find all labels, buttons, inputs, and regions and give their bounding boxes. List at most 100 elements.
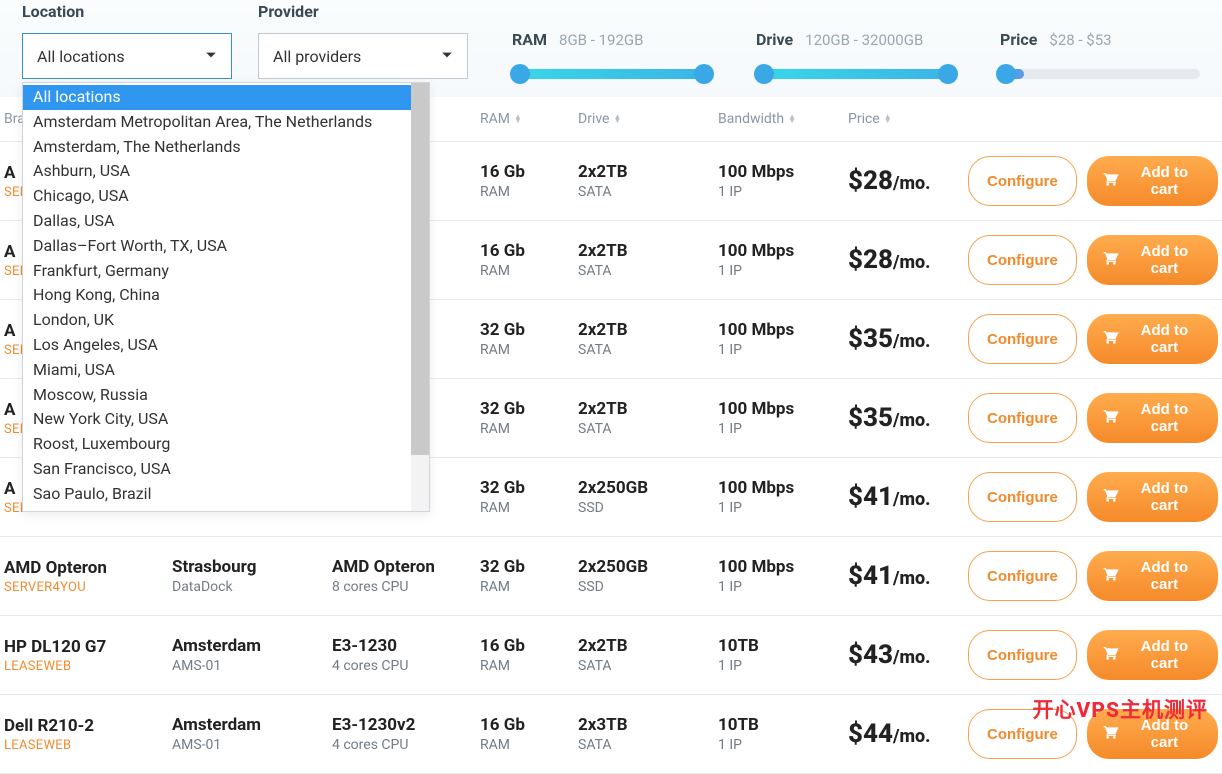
add-to-cart-button[interactable]: Add to cart (1087, 551, 1218, 601)
cart-icon (1103, 645, 1119, 665)
bandwidth-cell: 10TB1 IP (718, 636, 848, 674)
drive-cell: 2x250GBSSD (578, 478, 718, 516)
location-option[interactable]: Dallas, USA (23, 209, 411, 234)
price-cell: $44/mo. (848, 719, 968, 749)
ram-range: RAM 8GB - 192GB (512, 14, 712, 79)
cart-icon (1103, 171, 1119, 191)
location-option[interactable]: Amsterdam, The Netherlands (23, 135, 411, 160)
location-option[interactable]: Miami, USA (23, 358, 411, 383)
brand-cell: HP DL120 G7 LEASEWEB (4, 637, 172, 674)
configure-button[interactable]: Configure (968, 551, 1077, 601)
location-cell: AmsterdamAMS-01 (172, 715, 332, 753)
sort-icon: ▲▼ (788, 115, 796, 123)
sort-icon: ▲▼ (884, 115, 892, 123)
row-actions: ConfigureAdd to cart (968, 472, 1222, 522)
bandwidth-cell: 100 Mbps1 IP (718, 320, 848, 358)
caret-down-icon (205, 47, 217, 65)
add-to-cart-button[interactable]: Add to cart (1087, 235, 1218, 285)
dropdown-scrollbar[interactable] (411, 83, 429, 511)
cpu-cell: AMD Opteron8 cores CPU (332, 557, 480, 595)
location-option[interactable]: Sao Paulo, Brazil (23, 482, 411, 507)
price-cell: $41/mo. (848, 482, 968, 512)
location-option[interactable]: Amsterdam Metropolitan Area, The Netherl… (23, 110, 411, 135)
location-option[interactable]: Chicago, USA (23, 184, 411, 209)
configure-button[interactable]: Configure (968, 314, 1077, 364)
slider-thumb-left[interactable] (510, 64, 530, 84)
col-drive[interactable]: Drive▲▼ (578, 111, 718, 127)
col-ram[interactable]: RAM▲▼ (480, 111, 578, 127)
ram-range-values: 8GB - 192GB (559, 31, 643, 49)
price-range: Price $28 - $53 (1000, 14, 1200, 79)
cart-icon (1103, 566, 1119, 586)
add-to-cart-button[interactable]: Add to cart (1087, 630, 1218, 680)
filters-bar: Location All locations Provider All prov… (0, 0, 1222, 97)
server-name: HP DL120 G7 (4, 637, 172, 657)
location-cell: StrasbourgDataDock (172, 557, 332, 595)
row-actions: ConfigureAdd to cart (968, 314, 1222, 364)
ram-cell: 16 GbRAM (480, 715, 578, 753)
row-actions: ConfigureAdd to cart (968, 630, 1222, 680)
row-actions: ConfigureAdd to cart (968, 235, 1222, 285)
cpu-cell: E3-12304 cores CPU (332, 636, 480, 674)
configure-button[interactable]: Configure (968, 393, 1077, 443)
drive-range: Drive 120GB - 32000GB (756, 14, 956, 79)
cart-icon (1103, 250, 1119, 270)
add-to-cart-button[interactable]: Add to cart (1087, 314, 1218, 364)
drive-slider[interactable] (756, 69, 956, 79)
location-option[interactable]: Roost, Luxembourg (23, 432, 411, 457)
location-option[interactable]: Los Angeles, USA (23, 333, 411, 358)
provider-label: Provider (258, 2, 468, 21)
ram-cell: 32 GbRAM (480, 320, 578, 358)
configure-button[interactable]: Configure (968, 156, 1077, 206)
cart-icon (1103, 487, 1119, 507)
ram-cell: 32 GbRAM (480, 478, 578, 516)
configure-button[interactable]: Configure (968, 472, 1077, 522)
location-option[interactable]: San Francisco, USA (23, 457, 411, 482)
location-option[interactable]: Hong Kong, China (23, 283, 411, 308)
slider-thumb-right[interactable] (938, 64, 958, 84)
slider-thumb-left[interactable] (754, 64, 774, 84)
drive-cell: 2x3TBSATA (578, 715, 718, 753)
slider-thumb-right[interactable] (694, 64, 714, 84)
location-option[interactable]: New York City, USA (23, 407, 411, 432)
location-option[interactable]: Moscow, Russia (23, 383, 411, 408)
slider-thumb-left[interactable] (996, 64, 1016, 84)
price-cell: $35/mo. (848, 324, 968, 354)
location-cell: AmsterdamAMS-01 (172, 636, 332, 674)
drive-cell: 2x2TBSATA (578, 162, 718, 200)
server-name: Dell R210-2 (4, 716, 172, 736)
ram-cell: 32 GbRAM (480, 399, 578, 437)
location-option[interactable]: Dallas–Fort Worth, TX, USA (23, 234, 411, 259)
bandwidth-cell: 100 Mbps1 IP (718, 557, 848, 595)
location-option[interactable]: Singapore, Singapore (23, 507, 411, 511)
location-label: Location (22, 2, 232, 21)
location-option[interactable]: London, UK (23, 308, 411, 333)
drive-cell: 2x2TBSATA (578, 320, 718, 358)
location-option[interactable]: Ashburn, USA (23, 159, 411, 184)
price-slider[interactable] (1000, 69, 1200, 79)
cart-icon (1103, 724, 1119, 744)
provider-name: LEASEWEB (4, 738, 172, 753)
location-select[interactable]: All locations (22, 33, 232, 79)
add-to-cart-button[interactable]: Add to cart (1087, 393, 1218, 443)
provider-name: LEASEWEB (4, 659, 172, 674)
drive-cell: 2x2TBSATA (578, 636, 718, 674)
add-to-cart-button[interactable]: Add to cart (1087, 156, 1218, 206)
server-name: AMD Opteron (4, 558, 172, 578)
provider-select-value: All providers (273, 47, 441, 66)
provider-select[interactable]: All providers (258, 33, 468, 79)
ram-slider[interactable] (512, 69, 712, 79)
location-option[interactable]: All locations (23, 85, 411, 110)
price-cell: $35/mo. (848, 403, 968, 433)
add-to-cart-button[interactable]: Add to cart (1087, 472, 1218, 522)
configure-button[interactable]: Configure (968, 235, 1077, 285)
configure-button[interactable]: Configure (968, 630, 1077, 680)
col-price[interactable]: Price▲▼ (848, 111, 968, 127)
ram-cell: 16 GbRAM (480, 241, 578, 279)
ram-cell: 32 GbRAM (480, 557, 578, 595)
col-bandwidth[interactable]: Bandwidth▲▼ (718, 111, 848, 127)
location-option[interactable]: Frankfurt, Germany (23, 259, 411, 284)
provider-filter: Provider All providers (258, 2, 468, 79)
location-dropdown[interactable]: All locationsAmsterdam Metropolitan Area… (22, 82, 430, 512)
table-row: AMD OpteronSERVER4YOUStrasbourgDataDockA… (0, 537, 1222, 616)
